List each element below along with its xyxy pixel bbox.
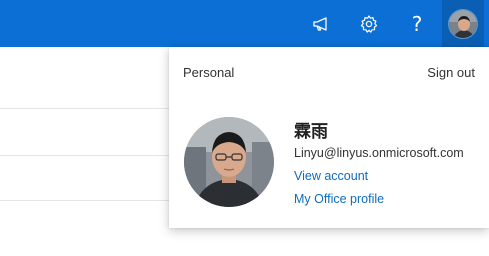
tenant-label: Personal xyxy=(183,65,235,80)
background-divider xyxy=(0,155,190,156)
question-mark-icon: ? xyxy=(411,11,423,36)
background-divider xyxy=(0,108,190,109)
account-email: Linyu@linyus.onmicrosoft.com xyxy=(294,146,464,160)
feedback-button[interactable] xyxy=(300,0,342,47)
display-name: 霖雨 xyxy=(294,122,328,142)
settings-button[interactable] xyxy=(348,0,390,47)
avatar xyxy=(448,8,478,39)
gear-icon xyxy=(360,14,378,33)
view-account-link[interactable]: View account xyxy=(294,169,368,183)
profile-photo xyxy=(184,117,274,207)
background-divider xyxy=(0,200,190,201)
top-header-bar: ? xyxy=(0,0,489,47)
sign-out-link[interactable]: Sign out xyxy=(427,65,475,80)
account-dropdown-panel: Personal Sign out 霖雨 Linyu@linyus.onmicr… xyxy=(169,47,489,228)
megaphone-icon xyxy=(313,16,327,31)
account-button[interactable] xyxy=(442,0,484,47)
office-profile-link[interactable]: My Office profile xyxy=(294,192,384,206)
help-button[interactable]: ? xyxy=(396,0,438,47)
